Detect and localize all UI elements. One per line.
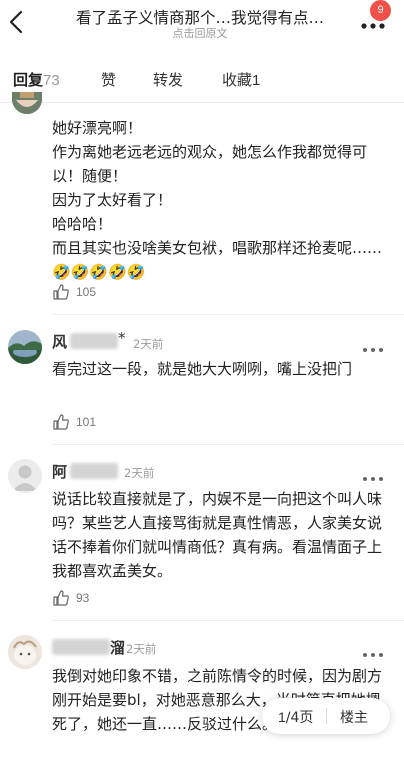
tab-bar: 回复73 赞 转发 收藏1	[0, 60, 404, 100]
like-count: 93	[76, 591, 90, 605]
avatar[interactable]	[8, 459, 42, 493]
tab-replies-label: 回复	[13, 71, 44, 89]
username[interactable]: 风	[52, 331, 67, 352]
comment-text: 她好漂亮啊！ 作为离她老远老远的观众，她怎么作我都觉得可以！随便！ 因为了太好看…	[52, 119, 383, 281]
tab-favorites[interactable]: 收藏1	[222, 69, 260, 90]
thumbs-up-icon	[53, 590, 69, 606]
comment-time: 2天前	[126, 642, 157, 656]
username[interactable]: 阿	[52, 461, 67, 482]
comment-more-icon[interactable]	[362, 643, 384, 657]
avatar[interactable]	[8, 330, 42, 364]
redacted-name	[70, 333, 118, 349]
divider	[326, 708, 327, 724]
username-start: 阿	[52, 463, 68, 481]
divider	[52, 444, 404, 445]
divider	[0, 102, 404, 103]
username-end: *	[118, 329, 126, 347]
tab-likes[interactable]: 赞	[101, 69, 116, 90]
tab-favorites-count: 1	[252, 72, 261, 89]
notification-badge: 9	[370, 0, 391, 21]
tab-replies[interactable]: 回复73	[13, 69, 60, 90]
avatar[interactable]	[8, 635, 42, 669]
comment-text: 看完过这一段，就是她大大咧咧，嘴上没把门	[52, 360, 353, 378]
op-only-button[interactable]: 楼主	[340, 707, 368, 727]
tab-replies-count: 73	[43, 72, 60, 89]
like-button[interactable]: 101	[52, 411, 96, 433]
divider	[52, 620, 404, 621]
redacted-name	[70, 463, 118, 479]
page-indicator[interactable]: 1/4页	[278, 707, 313, 727]
back-arrow-icon[interactable]	[6, 8, 30, 36]
username-end[interactable]: 溜	[110, 637, 125, 658]
thumbs-up-icon	[53, 284, 69, 300]
redacted-name	[52, 639, 110, 655]
username-start: 风	[52, 333, 68, 351]
comment-time: 2天前	[133, 337, 164, 351]
divider	[52, 314, 404, 315]
top-bar: 看了孟子义情商那个…我觉得有点… 点击回原文 9	[0, 0, 404, 44]
tab-reposts[interactable]: 转发	[153, 69, 183, 90]
comment-time: 2天前	[124, 466, 155, 480]
tab-reposts-label: 转发	[153, 71, 184, 89]
comment-more-icon[interactable]	[362, 467, 384, 481]
total-pages: /4页	[285, 710, 314, 726]
avatar[interactable]	[12, 92, 42, 114]
comment-text: 说话比较直接就是了，内娱不是一向把这个叫人味吗？某些艺人直接骂街就是真性情恶，人…	[52, 490, 383, 580]
like-count: 101	[76, 415, 97, 429]
like-button[interactable]: 93	[52, 587, 89, 609]
floating-pager: 1/4页 楼主	[262, 698, 390, 734]
like-count: 105	[76, 285, 97, 299]
tab-favorites-label: 收藏	[222, 71, 253, 89]
tab-likes-label: 赞	[101, 71, 117, 89]
thumbs-up-icon	[53, 414, 69, 430]
comment-more-icon[interactable]	[362, 338, 384, 352]
current-page: 1	[278, 709, 286, 725]
like-button[interactable]: 105	[52, 281, 96, 303]
back-to-post-link[interactable]: 点击回原文	[50, 25, 350, 41]
